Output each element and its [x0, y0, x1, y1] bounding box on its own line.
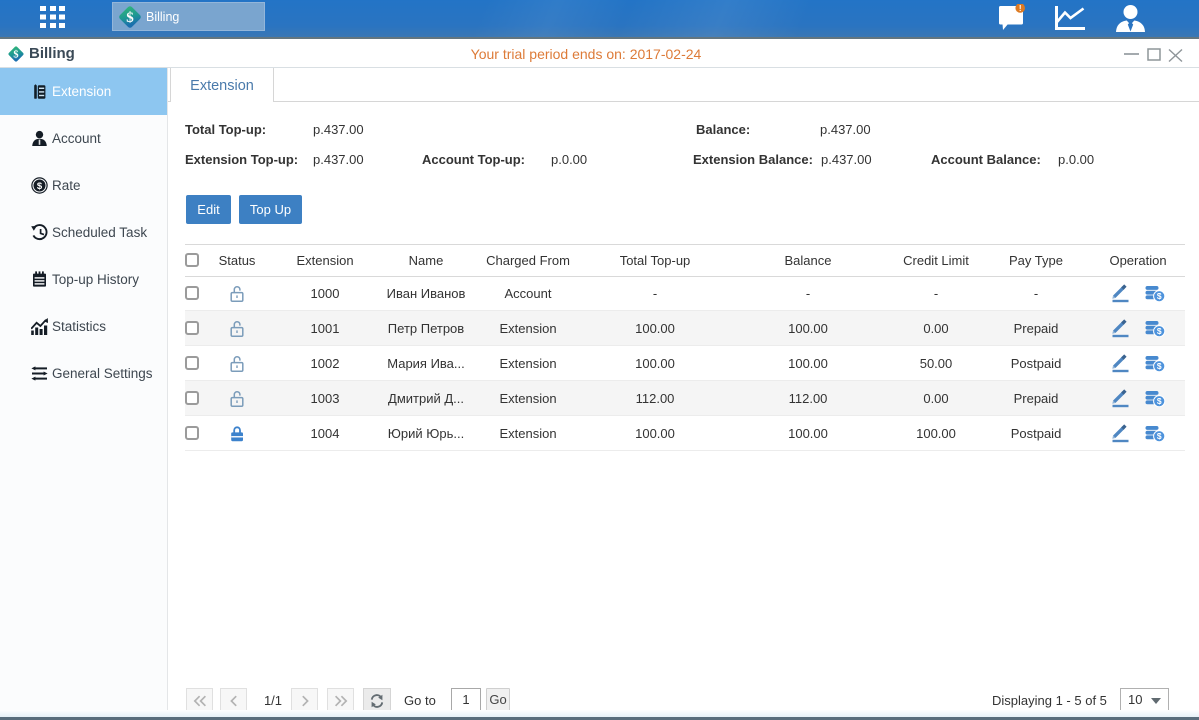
- svg-text:$: $: [37, 181, 43, 192]
- svg-text:!: !: [1019, 4, 1022, 13]
- svg-text:$: $: [126, 10, 134, 26]
